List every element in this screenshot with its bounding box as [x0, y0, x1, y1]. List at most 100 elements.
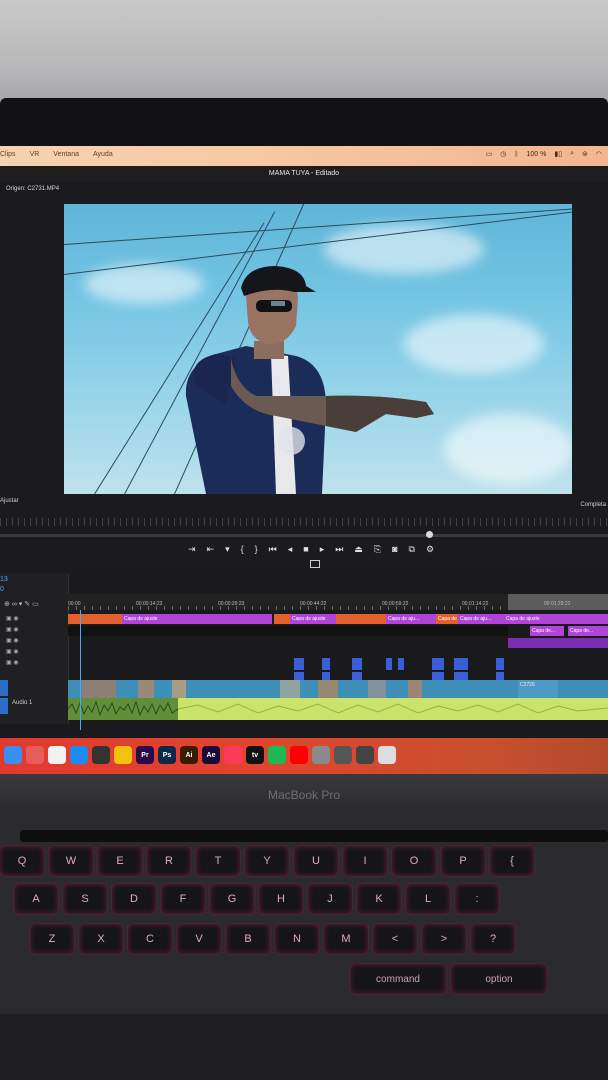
marker-icon[interactable]: ▾: [225, 544, 230, 555]
adjustment-clip[interactable]: [68, 614, 122, 624]
key[interactable]: W: [49, 846, 93, 876]
add-button-icon[interactable]: [310, 560, 320, 568]
key[interactable]: R: [147, 846, 191, 876]
photoshop-icon[interactable]: Ps: [158, 746, 176, 764]
adjustment-clip[interactable]: Capa de aju...: [386, 614, 436, 624]
key[interactable]: Q: [0, 846, 44, 876]
video-clip[interactable]: [496, 658, 504, 670]
key[interactable]: X: [79, 924, 123, 954]
youtube-icon[interactable]: [290, 746, 308, 764]
fit-dropdown[interactable]: Ajustar: [0, 498, 19, 504]
key[interactable]: ?: [471, 924, 515, 954]
clock-icon[interactable]: ◷: [500, 150, 506, 158]
spotify-icon[interactable]: [268, 746, 286, 764]
search-icon[interactable]: ⌕: [570, 150, 574, 158]
track-target[interactable]: [0, 680, 8, 696]
video-clip[interactable]: [322, 658, 330, 670]
chrome-icon[interactable]: [114, 746, 132, 764]
bluetooth-icon[interactable]: ᛒ: [514, 151, 518, 158]
key[interactable]: N: [275, 924, 319, 954]
key[interactable]: V: [177, 924, 221, 954]
wrench-icon[interactable]: ✎: [24, 601, 30, 608]
marker-icon[interactable]: ▾: [19, 601, 23, 608]
snap-icon[interactable]: ⊕: [4, 601, 10, 608]
settings-icon[interactable]: ⚙: [426, 544, 434, 555]
adjustment-clip[interactable]: Capa de ajuste: [122, 614, 272, 624]
frame-back-icon[interactable]: ◂: [288, 544, 293, 555]
finder-icon[interactable]: [4, 746, 22, 764]
key[interactable]: H: [259, 884, 303, 914]
adjustment-clip[interactable]: Capa de...: [530, 626, 564, 636]
scrub-bar[interactable]: [0, 534, 608, 537]
lift-icon[interactable]: ⏏: [354, 544, 363, 555]
mark-out-icon[interactable]: ⇤: [207, 544, 215, 555]
key[interactable]: Z: [30, 924, 74, 954]
menu-item[interactable]: Ayuda: [93, 151, 113, 158]
illustrator-icon[interactable]: Ai: [180, 746, 198, 764]
step-forward-icon[interactable]: ⏭: [335, 544, 343, 555]
key[interactable]: option: [451, 964, 547, 994]
track-lock-icon[interactable]: ▣ ◉: [6, 614, 19, 625]
premiere-icon[interactable]: Pr: [136, 746, 154, 764]
track-lock-icon[interactable]: ▣ ◉: [6, 625, 19, 636]
key[interactable]: T: [196, 846, 240, 876]
safari-icon[interactable]: [70, 746, 88, 764]
frame-forward-icon[interactable]: ▸: [320, 544, 325, 555]
key[interactable]: I: [343, 846, 387, 876]
video-clip[interactable]: [294, 658, 304, 670]
key[interactable]: F: [161, 884, 205, 914]
key[interactable]: >: [422, 924, 466, 954]
after-effects-icon[interactable]: Ae: [202, 746, 220, 764]
settings-icon[interactable]: [312, 746, 330, 764]
key[interactable]: {: [490, 846, 534, 876]
timeline-ruler[interactable]: 00:00 00:00:14:23 00:00:29:23 00:00:44:2…: [68, 594, 608, 610]
step-back-icon[interactable]: ⏮: [269, 544, 277, 555]
key[interactable]: G: [210, 884, 254, 914]
key[interactable]: D: [112, 884, 156, 914]
key[interactable]: J: [308, 884, 352, 914]
adjustment-clip[interactable]: Capa de...: [568, 626, 608, 636]
video-clip[interactable]: [454, 658, 468, 670]
battery-icon[interactable]: ▮▯: [554, 150, 562, 158]
touch-bar[interactable]: [20, 830, 608, 842]
video-clip[interactable]: [322, 672, 330, 680]
video-clip[interactable]: [454, 672, 468, 680]
captions-icon[interactable]: ▭: [32, 601, 39, 608]
video-clip[interactable]: [294, 672, 304, 680]
quality-dropdown[interactable]: Completa: [580, 502, 606, 508]
key[interactable]: B: [226, 924, 270, 954]
wifi-icon[interactable]: ◠: [596, 150, 602, 158]
timecode-display[interactable]: 0: [0, 586, 4, 593]
video-clip[interactable]: [496, 672, 504, 680]
apple-tv-icon[interactable]: tv: [246, 746, 264, 764]
audio-waveform[interactable]: [67, 698, 608, 720]
music-icon[interactable]: [224, 746, 242, 764]
display-icon[interactable]: ▭: [486, 150, 493, 158]
key[interactable]: Y: [245, 846, 289, 876]
key[interactable]: P: [441, 846, 485, 876]
video-clip[interactable]: [352, 658, 362, 670]
key[interactable]: :: [455, 884, 499, 914]
key[interactable]: L: [406, 884, 450, 914]
video-clip[interactable]: [352, 672, 362, 680]
video-clip[interactable]: [432, 672, 444, 680]
camera-icon[interactable]: ◙: [392, 544, 397, 555]
control-center-icon[interactable]: ⊜: [582, 150, 588, 158]
mark-in-icon[interactable]: ⇥: [188, 544, 196, 555]
track-lock-icon[interactable]: ▣ ◉: [6, 636, 19, 647]
menu-item[interactable]: VR: [30, 151, 40, 158]
track-lock-icon[interactable]: ▣ ◉: [6, 647, 19, 658]
key[interactable]: <: [373, 924, 417, 954]
davinci-icon[interactable]: [92, 746, 110, 764]
adjustment-clip[interactable]: [336, 614, 386, 624]
key[interactable]: U: [294, 846, 338, 876]
calendar-icon[interactable]: [48, 746, 66, 764]
screenshot-icon[interactable]: [356, 746, 374, 764]
track-lock-icon[interactable]: ▣ ◉: [6, 658, 19, 669]
key[interactable]: A: [14, 884, 58, 914]
timeline-playhead[interactable]: [80, 610, 81, 730]
video-clip[interactable]: [386, 658, 392, 670]
adjustment-clip[interactable]: Capa de aju...: [458, 614, 504, 624]
key[interactable]: K: [357, 884, 401, 914]
key[interactable]: command: [350, 964, 446, 994]
